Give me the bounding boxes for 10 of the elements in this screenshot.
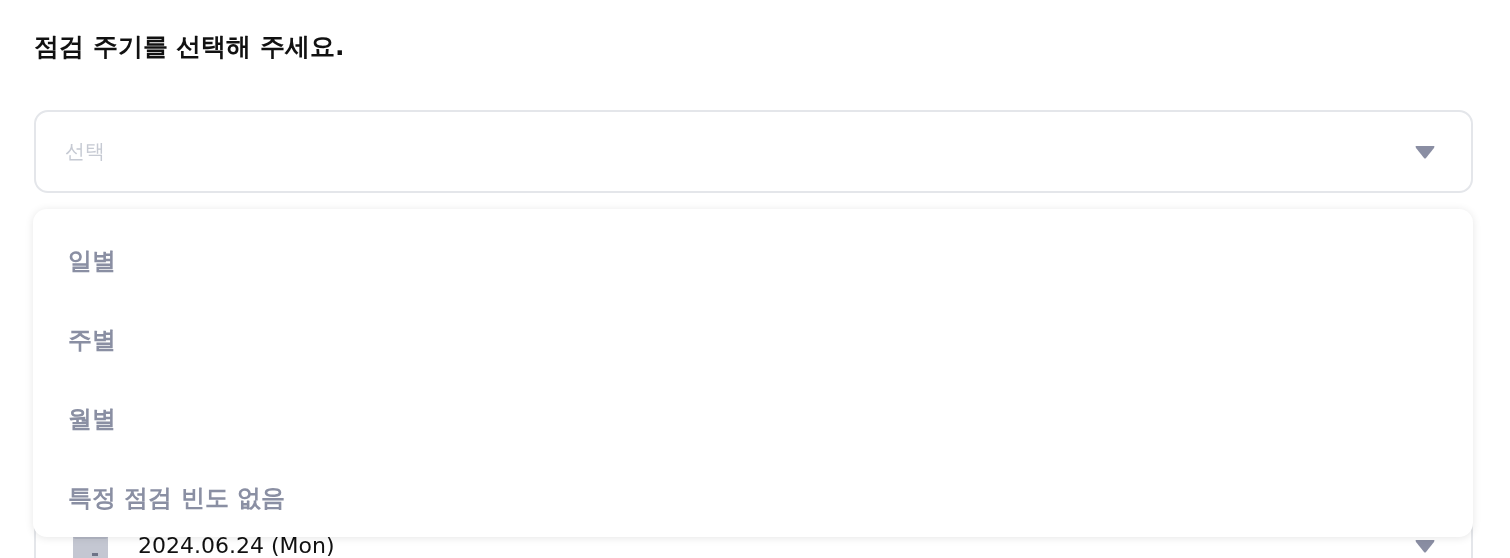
date-value: 2024.06.24 (Mon) (138, 534, 336, 557)
caret-icon (1414, 143, 1436, 160)
dropdown-option[interactable]: 특정 점검 빈도 없음 (33, 458, 1473, 537)
caret-icon (1414, 537, 1436, 554)
dropdown-option[interactable]: 주별 (33, 300, 1473, 379)
select-field[interactable]: 선택 (34, 110, 1473, 193)
heading: 점검 주기를 선택해 주세요. (34, 31, 346, 63)
placeholder: 선택 (65, 138, 105, 165)
dropdown-option[interactable]: 월별 (33, 379, 1473, 458)
dropdown-option[interactable]: 일별 (33, 221, 1473, 300)
